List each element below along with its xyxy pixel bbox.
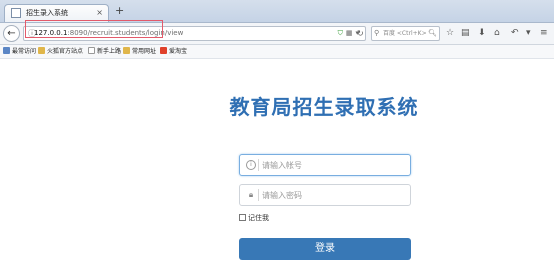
remember-label: 记住我 bbox=[248, 214, 269, 222]
bookmark-label: 新手上路 bbox=[97, 48, 122, 55]
bookmark-label: 常用网址 bbox=[132, 48, 157, 55]
search-engine-icon[interactable]: ⚲ bbox=[374, 28, 379, 39]
bookmark-label: 火狐官方站点 bbox=[47, 48, 84, 55]
tab-title: 招生录入系统 bbox=[26, 9, 68, 17]
password-input[interactable] bbox=[262, 187, 402, 203]
home-icon[interactable]: ⌂ bbox=[494, 28, 500, 39]
user-icon: i bbox=[246, 160, 256, 170]
dropdown-icon[interactable]: ▾ bbox=[526, 28, 531, 39]
bookmark-item-common-sites[interactable]: 常用网址 bbox=[123, 46, 156, 57]
field-divider bbox=[258, 159, 259, 171]
menu-icon[interactable]: ≡ bbox=[540, 28, 548, 39]
reading-list-icon[interactable]: ▤ bbox=[461, 28, 470, 39]
star-icon[interactable]: ☆ bbox=[446, 28, 454, 39]
field-divider bbox=[258, 189, 259, 201]
username-input[interactable] bbox=[262, 157, 402, 173]
search-placeholder: 百度 <Ctrl+K> bbox=[383, 30, 427, 37]
folder-icon bbox=[123, 47, 130, 54]
url-highlight-box bbox=[25, 20, 163, 38]
remember-checkbox[interactable] bbox=[239, 214, 246, 221]
close-icon[interactable]: × bbox=[96, 7, 103, 18]
search-bar[interactable]: ⚲ 百度 <Ctrl+K> 🔍︎ bbox=[371, 26, 440, 41]
bookmark-label: 最常访问 bbox=[12, 48, 37, 55]
reload-icon[interactable]: ↻ bbox=[357, 28, 364, 39]
shield-icon[interactable]: ⛉ bbox=[338, 29, 346, 37]
bookmark-item-firefox-sites[interactable]: 火狐官方站点 bbox=[38, 46, 83, 57]
bookmark-icon bbox=[3, 47, 10, 54]
search-icon[interactable]: 🔍︎ bbox=[428, 28, 437, 39]
undo-icon[interactable]: ↶ bbox=[511, 28, 519, 39]
remember-me[interactable]: 记住我 bbox=[239, 213, 269, 223]
bookmark-item-getting-started[interactable]: 新手上路 bbox=[88, 46, 121, 57]
folder-icon bbox=[38, 47, 45, 54]
new-tab-button[interactable]: + bbox=[115, 5, 124, 17]
taobao-icon bbox=[160, 47, 167, 54]
bookmark-item-taobao[interactable]: 爱淘宝 bbox=[160, 46, 187, 57]
bookmark-item-most-visited[interactable]: 最常访问 bbox=[3, 46, 36, 57]
page-icon bbox=[11, 8, 21, 18]
page-icon bbox=[88, 47, 95, 54]
back-button[interactable]: ← bbox=[3, 25, 20, 42]
login-button[interactable]: 登录 bbox=[239, 238, 411, 260]
username-field[interactable]: i bbox=[239, 154, 411, 176]
lock-icon: 🔒︎ bbox=[248, 190, 254, 199]
bookmark-label: 爱淘宝 bbox=[169, 48, 188, 55]
download-icon[interactable]: ⬇ bbox=[478, 28, 486, 39]
bookmarks-bar: 最常访问 火狐官方站点 新手上路 常用网址 爱淘宝 bbox=[0, 45, 554, 59]
password-field[interactable]: 🔒︎ bbox=[239, 184, 411, 206]
page-title: 教育局招生录取系统 bbox=[229, 95, 419, 119]
